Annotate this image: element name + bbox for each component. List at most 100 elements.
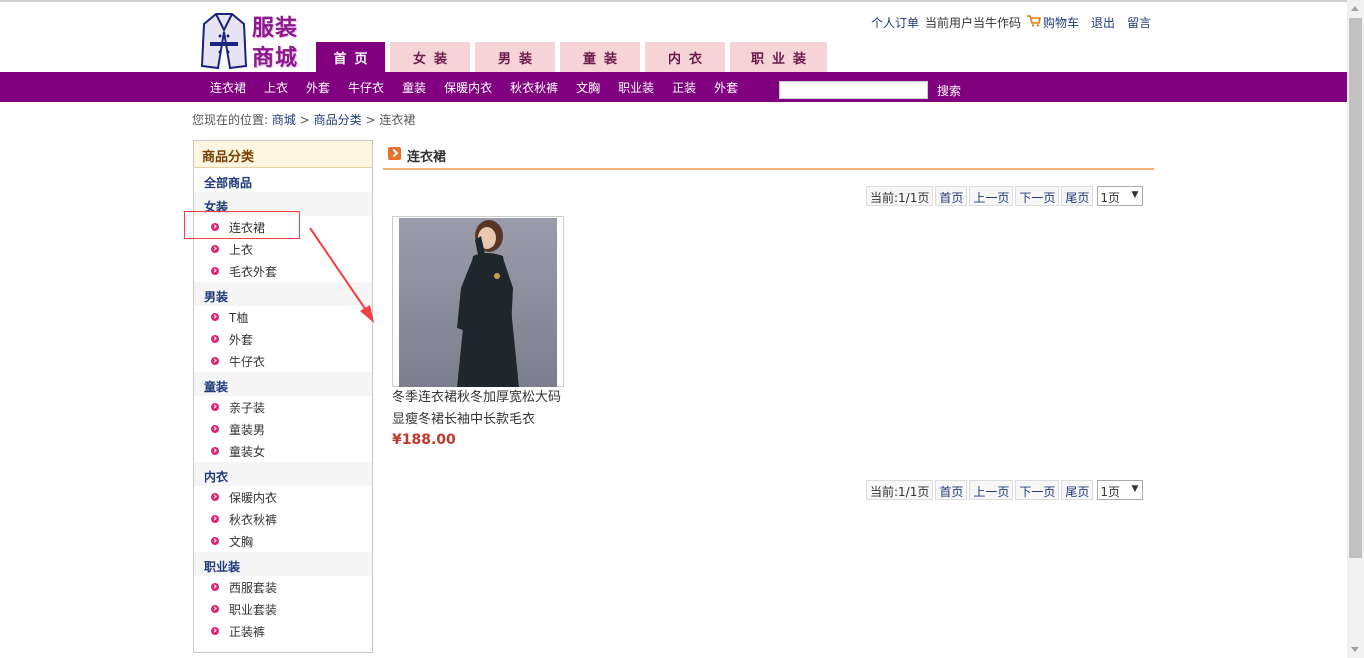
bullet-icon [211,515,219,523]
pager-first[interactable]: 首页 [935,480,968,500]
category-group: 童装 亲子装 童装男 童装女 [194,372,372,462]
tab-men[interactable]: 男装 [475,42,555,72]
product-price: ¥188.00 [392,432,456,448]
tab-workwear[interactable]: 职业装 [730,42,827,72]
subnav-item[interactable]: 外套 [297,79,339,96]
sub-nav-bar: 连衣裙 上衣 外套 牛仔衣 童装 保暖内衣 秋衣秋裤 文胸 职业装 正装 外套 … [0,72,1347,102]
category-item-label: 亲子装 [229,400,266,415]
subnav-item[interactable]: 文胸 [567,79,609,96]
pager-bottom: 当前:1/1页 首页 上一页 下一页 尾页 1页 [866,480,1144,500]
pager-last[interactable]: 尾页 [1061,186,1094,206]
breadcrumb-separator: > [299,113,310,127]
category-item-label: 文胸 [229,534,254,549]
product-photo[interactable] [399,218,557,388]
search-input[interactable] [779,81,928,99]
category-item[interactable]: 正装裤 [194,620,372,642]
subnav-item[interactable]: 职业装 [609,79,663,96]
tab-home[interactable]: 首页 [316,42,385,72]
arrow-right-icon [388,147,401,160]
category-item[interactable]: 亲子装 [194,396,372,418]
scroll-down-icon[interactable] [1351,647,1359,652]
scrollbar-thumb[interactable] [1349,18,1362,558]
bullet-icon [211,335,219,343]
bullet-icon [211,403,219,411]
logo-text-line2: 商城 [252,46,299,71]
vertical-scrollbar[interactable] [1347,0,1364,658]
sidebar-title: 商品分类 [194,141,372,168]
logo-text-line1: 服装 [252,16,299,41]
category-item[interactable]: 职业套装 [194,598,372,620]
coat-logo-icon [200,13,248,70]
tab-underwear[interactable]: 内衣 [645,42,725,72]
breadcrumb-separator: > [365,113,376,127]
category-item-label: 童装男 [229,422,266,437]
page-select[interactable]: 1页 [1097,186,1144,206]
tab-women[interactable]: 女装 [390,42,470,72]
top-links: 个人订单 当前用户当牛作码 购物车 退出 留言 [871,14,1151,30]
category-item-label: 职业套装 [229,602,278,617]
sub-nav-items: 连衣裙 上衣 外套 牛仔衣 童装 保暖内衣 秋衣秋裤 文胸 职业装 正装 外套 [201,72,747,102]
page-select[interactable]: 1页 [1097,480,1144,500]
pager-last[interactable]: 尾页 [1061,480,1094,500]
pager-prev[interactable]: 上一页 [969,480,1014,500]
category-all[interactable]: 全部商品 [194,168,372,192]
category-item[interactable]: 保暖内衣 [194,486,372,508]
category-item-label: 正装裤 [229,624,266,639]
pager-current: 当前:1/1页 [866,186,934,206]
pager-first[interactable]: 首页 [935,186,968,206]
category-head[interactable]: 内衣 [194,462,372,486]
subnav-item[interactable]: 上衣 [255,79,297,96]
subnav-item[interactable]: 外套 [705,79,747,96]
logout-link[interactable]: 退出 [1091,14,1115,31]
category-item-label: 毛衣外套 [229,264,278,279]
bullet-icon [211,627,219,635]
bullet-icon [211,447,219,455]
subnav-item[interactable]: 正装 [663,79,705,96]
orders-link[interactable]: 个人订单 [871,14,919,31]
category-head[interactable]: 职业装 [194,552,372,576]
category-item[interactable]: 牛仔衣 [194,350,372,372]
breadcrumb-mall[interactable]: 商城 [272,113,296,127]
product-name[interactable]: 冬季连衣裙秋冬加厚宽松大码显瘦冬裙长袖中长款毛衣 [392,387,564,431]
category-item[interactable]: 西服套装 [194,576,372,598]
product-card[interactable]: 冬季连衣裙秋冬加厚宽松大码显瘦冬裙长袖中长款毛衣 ¥188.00 [392,216,564,448]
category-item[interactable]: 外套 [194,328,372,350]
category-item-label: T桖 [229,310,249,325]
pager-current: 当前:1/1页 [866,480,934,500]
pager-top: 当前:1/1页 首页 上一页 下一页 尾页 1页 [866,186,1144,206]
bullet-icon [211,583,219,591]
subnav-item[interactable]: 秋衣秋裤 [501,79,567,96]
bullet-icon [211,605,219,613]
logo[interactable]: 服装 商城 [198,10,308,71]
subnav-item[interactable]: 连衣裙 [201,79,255,96]
bullet-icon [211,537,219,545]
category-group: 职业装 西服套装 职业套装 正装裤 [194,552,372,642]
subnav-item[interactable]: 牛仔衣 [339,79,393,96]
bullet-icon [211,245,219,253]
subnav-item[interactable]: 保暖内衣 [435,79,501,96]
category-item-label: 牛仔衣 [229,354,266,369]
current-user-text: 当前用户当牛作码 [925,15,1022,30]
tab-kids[interactable]: 童装 [560,42,640,72]
category-item-label: 秋衣秋裤 [229,512,278,527]
section-title: 连衣裙 [407,150,447,165]
message-link[interactable]: 留言 [1127,14,1151,31]
category-item[interactable]: 文胸 [194,530,372,552]
product-image-frame[interactable] [392,216,564,388]
category-head[interactable]: 童装 [194,372,372,396]
category-item[interactable]: 童装男 [194,418,372,440]
category-item[interactable]: 秋衣秋裤 [194,508,372,530]
section-header: 连衣裙 [383,140,1154,170]
search-button[interactable]: 搜索 [937,82,961,99]
cart-icon[interactable] [1027,14,1042,30]
breadcrumb-category[interactable]: 商品分类 [314,113,362,127]
category-item[interactable]: 童装女 [194,440,372,462]
pager-prev[interactable]: 上一页 [969,186,1014,206]
pager-next[interactable]: 下一页 [1015,480,1060,500]
pager-next[interactable]: 下一页 [1015,186,1060,206]
scroll-up-icon[interactable] [1351,6,1359,11]
cart-link[interactable]: 购物车 [1043,14,1079,31]
category-item-label: 外套 [229,332,254,347]
top-border [0,0,1364,2]
subnav-item[interactable]: 童装 [393,79,435,96]
